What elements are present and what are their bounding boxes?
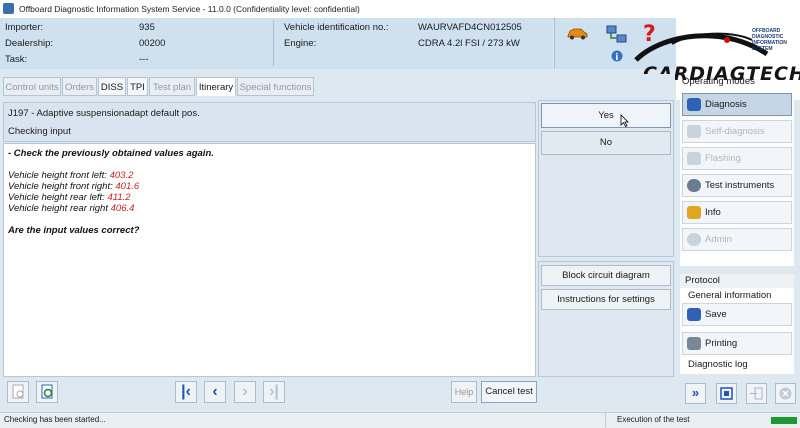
engine-value: CDRA 4.2l FSI / 273 kW bbox=[418, 38, 520, 49]
next-icon[interactable]: › bbox=[234, 381, 256, 403]
engine-label: Engine: bbox=[284, 38, 317, 49]
task-label: Task: bbox=[5, 54, 28, 65]
tab-tpi[interactable]: TPI bbox=[127, 77, 148, 96]
mode-flashing-button[interactable]: Flashing bbox=[682, 147, 792, 170]
bottom-toolbar bbox=[0, 378, 675, 408]
admin-icon bbox=[687, 233, 701, 246]
document-icon[interactable] bbox=[7, 381, 29, 403]
mode-test-instruments-button[interactable]: Test instruments bbox=[682, 174, 792, 197]
self-diagnosis-icon bbox=[687, 125, 701, 138]
zoom-document-icon[interactable] bbox=[36, 381, 58, 403]
no-button[interactable]: No bbox=[541, 131, 671, 155]
value-number: 406.4 bbox=[110, 203, 135, 214]
status-text-right: Execution of the test bbox=[617, 415, 690, 424]
value-number: 403.2 bbox=[109, 170, 134, 181]
flashing-icon bbox=[687, 152, 701, 165]
tab-orders[interactable]: Orders bbox=[62, 77, 97, 96]
procedure-subtitle: Checking input bbox=[8, 126, 71, 137]
app-icon bbox=[3, 3, 14, 14]
dealership-label: Dealership: bbox=[5, 38, 54, 49]
mode-admin-button[interactable]: Admin bbox=[682, 228, 792, 251]
vehicle-car-icon[interactable] bbox=[566, 26, 588, 40]
save-icon bbox=[687, 308, 701, 321]
progress-indicator bbox=[771, 417, 797, 424]
screen-capture-icon[interactable] bbox=[716, 383, 737, 404]
tab-special-functions[interactable]: Special functions bbox=[237, 77, 314, 96]
vin-label: Vehicle identification no.: bbox=[284, 22, 389, 33]
cancel-test-button[interactable]: Cancel test bbox=[481, 381, 537, 403]
importer-value: 935 bbox=[139, 22, 155, 33]
fast-forward-icon[interactable]: » bbox=[685, 383, 706, 404]
tab-itinerary[interactable]: Itinerary bbox=[196, 77, 236, 96]
protocol-heading: Protocol bbox=[680, 274, 794, 288]
block-circuit-diagram-button[interactable]: Block circuit diagram bbox=[541, 265, 671, 286]
mode-self-diagnosis-button[interactable]: Self-diagnosis bbox=[682, 120, 792, 143]
tab-diss[interactable]: DISS bbox=[98, 77, 126, 96]
first-page-icon[interactable]: |‹ bbox=[175, 381, 197, 403]
tab-test-plan[interactable]: Test plan bbox=[149, 77, 195, 96]
help-button[interactable]: Help bbox=[451, 381, 477, 403]
exit-icon[interactable] bbox=[746, 383, 767, 404]
value-row: Vehicle height front right: 401.6 bbox=[8, 181, 140, 192]
header-divider bbox=[273, 20, 274, 66]
procedure-title: J197 - Adaptive suspensionadapt default … bbox=[8, 108, 200, 119]
value-row: Vehicle height front left: 403.2 bbox=[8, 170, 134, 181]
printing-button[interactable]: Printing bbox=[682, 332, 792, 355]
operating-modes-heading: Operating modes bbox=[682, 76, 755, 87]
save-button[interactable]: Save bbox=[682, 303, 792, 326]
status-divider bbox=[605, 413, 606, 427]
logo-small-text: OFFBOARD DIAGNOSTIC INFORMATION SYSTEM bbox=[752, 28, 787, 52]
diagnostic-log-label: Diagnostic log bbox=[688, 359, 748, 370]
window-title: Offboard Diagnostic Information System S… bbox=[19, 4, 360, 14]
status-text-left: Checking has been started... bbox=[4, 415, 106, 424]
test-instruments-icon bbox=[687, 179, 701, 192]
mouse-cursor-icon bbox=[620, 114, 629, 128]
svg-text:i: i bbox=[615, 53, 618, 62]
importer-label: Importer: bbox=[5, 22, 44, 33]
value-number: 411.2 bbox=[107, 192, 131, 203]
value-number: 401.6 bbox=[115, 181, 140, 192]
mode-info-button[interactable]: Info bbox=[682, 201, 792, 224]
tab-control-units[interactable]: Control units bbox=[3, 77, 61, 96]
info-icon bbox=[687, 206, 701, 219]
diagnosis-icon bbox=[687, 98, 701, 111]
yes-button[interactable]: Yes bbox=[541, 103, 671, 128]
close-circle-icon[interactable] bbox=[775, 383, 796, 404]
value-row: Vehicle height rear left: 411.2 bbox=[8, 192, 131, 203]
previous-icon[interactable]: ‹ bbox=[204, 381, 226, 403]
info-small-icon[interactable]: i bbox=[611, 50, 623, 63]
general-information-label: General information bbox=[688, 290, 772, 301]
last-page-icon[interactable]: ›| bbox=[263, 381, 285, 403]
network-computers-icon[interactable] bbox=[606, 24, 628, 46]
mode-diagnosis-button[interactable]: Diagnosis bbox=[682, 93, 792, 116]
dealership-value: 00200 bbox=[139, 38, 166, 49]
value-row: Vehicle height rear right 406.4 bbox=[8, 203, 135, 214]
instruction-text: - Check the previously obtained values a… bbox=[8, 148, 214, 159]
question-text: Are the input values correct? bbox=[8, 225, 140, 236]
printer-icon bbox=[687, 337, 701, 350]
task-value: --- bbox=[139, 54, 149, 65]
instructions-for-settings-button[interactable]: Instructions for settings bbox=[541, 289, 671, 310]
vin-value: WAURVAFD4CN012505 bbox=[418, 22, 522, 33]
